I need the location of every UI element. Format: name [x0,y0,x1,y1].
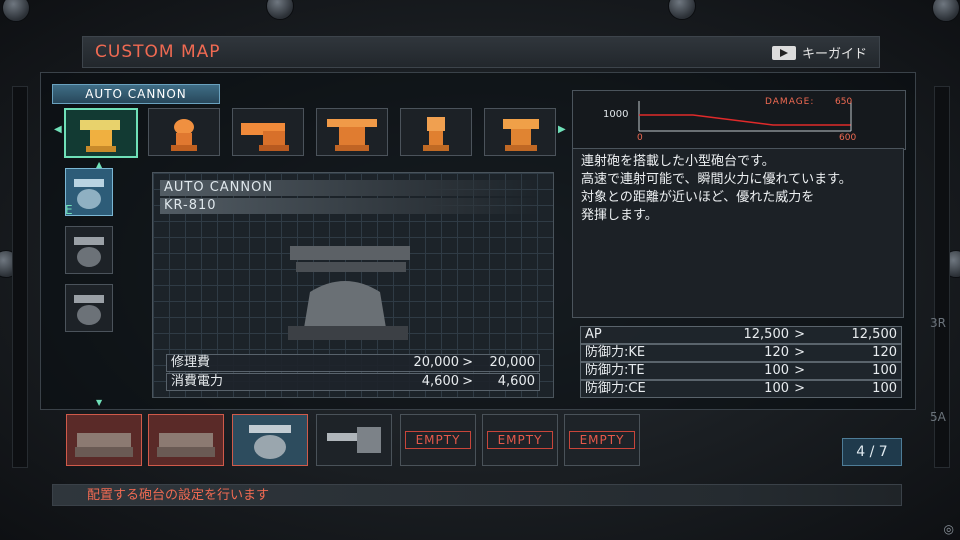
hint-bar: 配置する砲台の設定を行います [52,484,902,506]
stat-repair-cost: 修理費 20,000 > 20,000 [166,354,540,372]
detail-name: AUTO CANNON [160,180,542,196]
graph-x-min: 0 [637,133,643,143]
spec-defense-te: 防御力:TE 100 > 100 [580,362,902,380]
description-line-1: 連射砲を搭載した小型砲台です。 [581,154,775,169]
spec-new: 100 [872,381,897,396]
stat-label: 修理費 [171,355,211,370]
spec-arrow: > [794,381,805,396]
spec-defense-ke: 防御力:KE 120 > 120 [580,344,902,362]
page-title: CUSTOM MAP [95,42,221,62]
turret-thumb-5[interactable] [400,108,472,156]
spec-label: 防御力:KE [585,345,646,360]
slot-2[interactable] [148,414,224,466]
spec-arrow: > [794,327,805,342]
damage-graph: DAMAGE: 650 1000 0 600 [572,90,906,150]
description-panel: 連射砲を搭載した小型砲台です。 高速で連射可能で、瞬間火力に優れています。 対象… [572,148,904,318]
spec-label: AP [585,327,602,342]
turret-icon [249,425,291,459]
turret-preview-image [288,246,410,340]
description-line-4: 発揮します。 [581,208,658,223]
turret-thumb-4[interactable] [316,108,388,156]
key-guide-button[interactable]: キーガイド [771,43,867,62]
scroll-left-icon[interactable]: ◀ [54,124,62,135]
stat-label: 消費電力 [171,374,224,389]
stat-current: 4,600 [421,374,459,389]
spec-arrow: > [794,363,805,378]
variant-down-icon[interactable]: ▼ [96,398,102,407]
side-label-5a: 5A [930,410,946,424]
spec-arrow: > [794,345,805,360]
spec-current: 12,500 [743,327,790,342]
spec-ap: AP 12,500 > 12,500 [580,326,902,344]
empty-slot-label: EMPTY [487,431,553,449]
spec-current: 100 [764,363,789,378]
damage-label: DAMAGE: [765,97,815,107]
turret-thumb-1[interactable] [64,108,138,158]
description-line-2: 高速で連射可能で、瞬間火力に優れています。 [581,172,852,187]
tank-icon [157,433,215,457]
side-label-3r: 3R [930,316,946,330]
turret-thumb-6[interactable] [484,108,556,156]
turret-thumb-3[interactable] [232,108,304,156]
spec-new: 120 [872,345,897,360]
spec-defense-ce: 防御力:CE 100 > 100 [580,380,902,398]
spec-current: 100 [764,381,789,396]
spec-new: 100 [872,363,897,378]
left-rail [12,86,28,468]
detail-model: KR-810 [160,198,542,214]
stat-power-consumption: 消費電力 4,600 > 4,600 [166,373,540,391]
spec-label: 防御力:TE [585,363,645,378]
stat-arrow: > [462,374,473,389]
empty-slot-label: EMPTY [405,431,471,449]
slot-1[interactable] [66,414,142,466]
variant-3-icon [74,295,104,325]
turret-thumb-2[interactable] [148,108,220,156]
page-indicator: 4 / 7 [842,438,902,466]
spec-new: 12,500 [851,327,898,342]
variant-equipped-label: E [65,203,73,217]
turret-5-icon [423,117,449,151]
slot-4[interactable] [316,414,392,466]
variant-thumb-2[interactable] [65,226,113,274]
empty-slot-label: EMPTY [569,431,635,449]
slot-3[interactable] [232,414,308,466]
variant-thumb-3[interactable] [65,284,113,332]
stat-new: 4,600 [497,374,535,389]
spec-label: 防御力:CE [585,381,646,396]
scroll-right-icon[interactable]: ▶ [558,124,566,135]
stat-current: 20,000 [413,355,460,370]
spec-current: 120 [764,345,789,360]
turret-1-icon [80,120,120,152]
stat-new: 20,000 [489,355,536,370]
stat-arrow: > [462,355,473,370]
slot-5[interactable]: EMPTY [400,414,476,466]
turret-4-icon [327,119,377,151]
description-line-3: 対象との距離が近いほど、優れた威力を [581,190,815,205]
key-guide-label: キーガイド [801,47,867,62]
cannon-icon [327,427,381,453]
title-bar: CUSTOM MAP キーガイド [82,36,880,68]
slot-7[interactable]: EMPTY [564,414,640,466]
turret-6-icon [503,119,539,151]
select-button-icon [771,45,796,60]
damage-value: 650 [835,97,853,107]
category-tab[interactable]: AUTO CANNON [52,84,220,104]
graph-y-tick: 1000 [603,109,629,120]
variant-1-icon [74,179,104,209]
variant-2-icon [74,237,104,267]
slot-6[interactable]: EMPTY [482,414,558,466]
logo-icon: ◎ [943,522,954,536]
turret-3-icon [241,123,289,151]
turret-2-icon [171,119,197,151]
graph-x-max: 600 [839,133,857,143]
tank-icon [75,433,133,457]
